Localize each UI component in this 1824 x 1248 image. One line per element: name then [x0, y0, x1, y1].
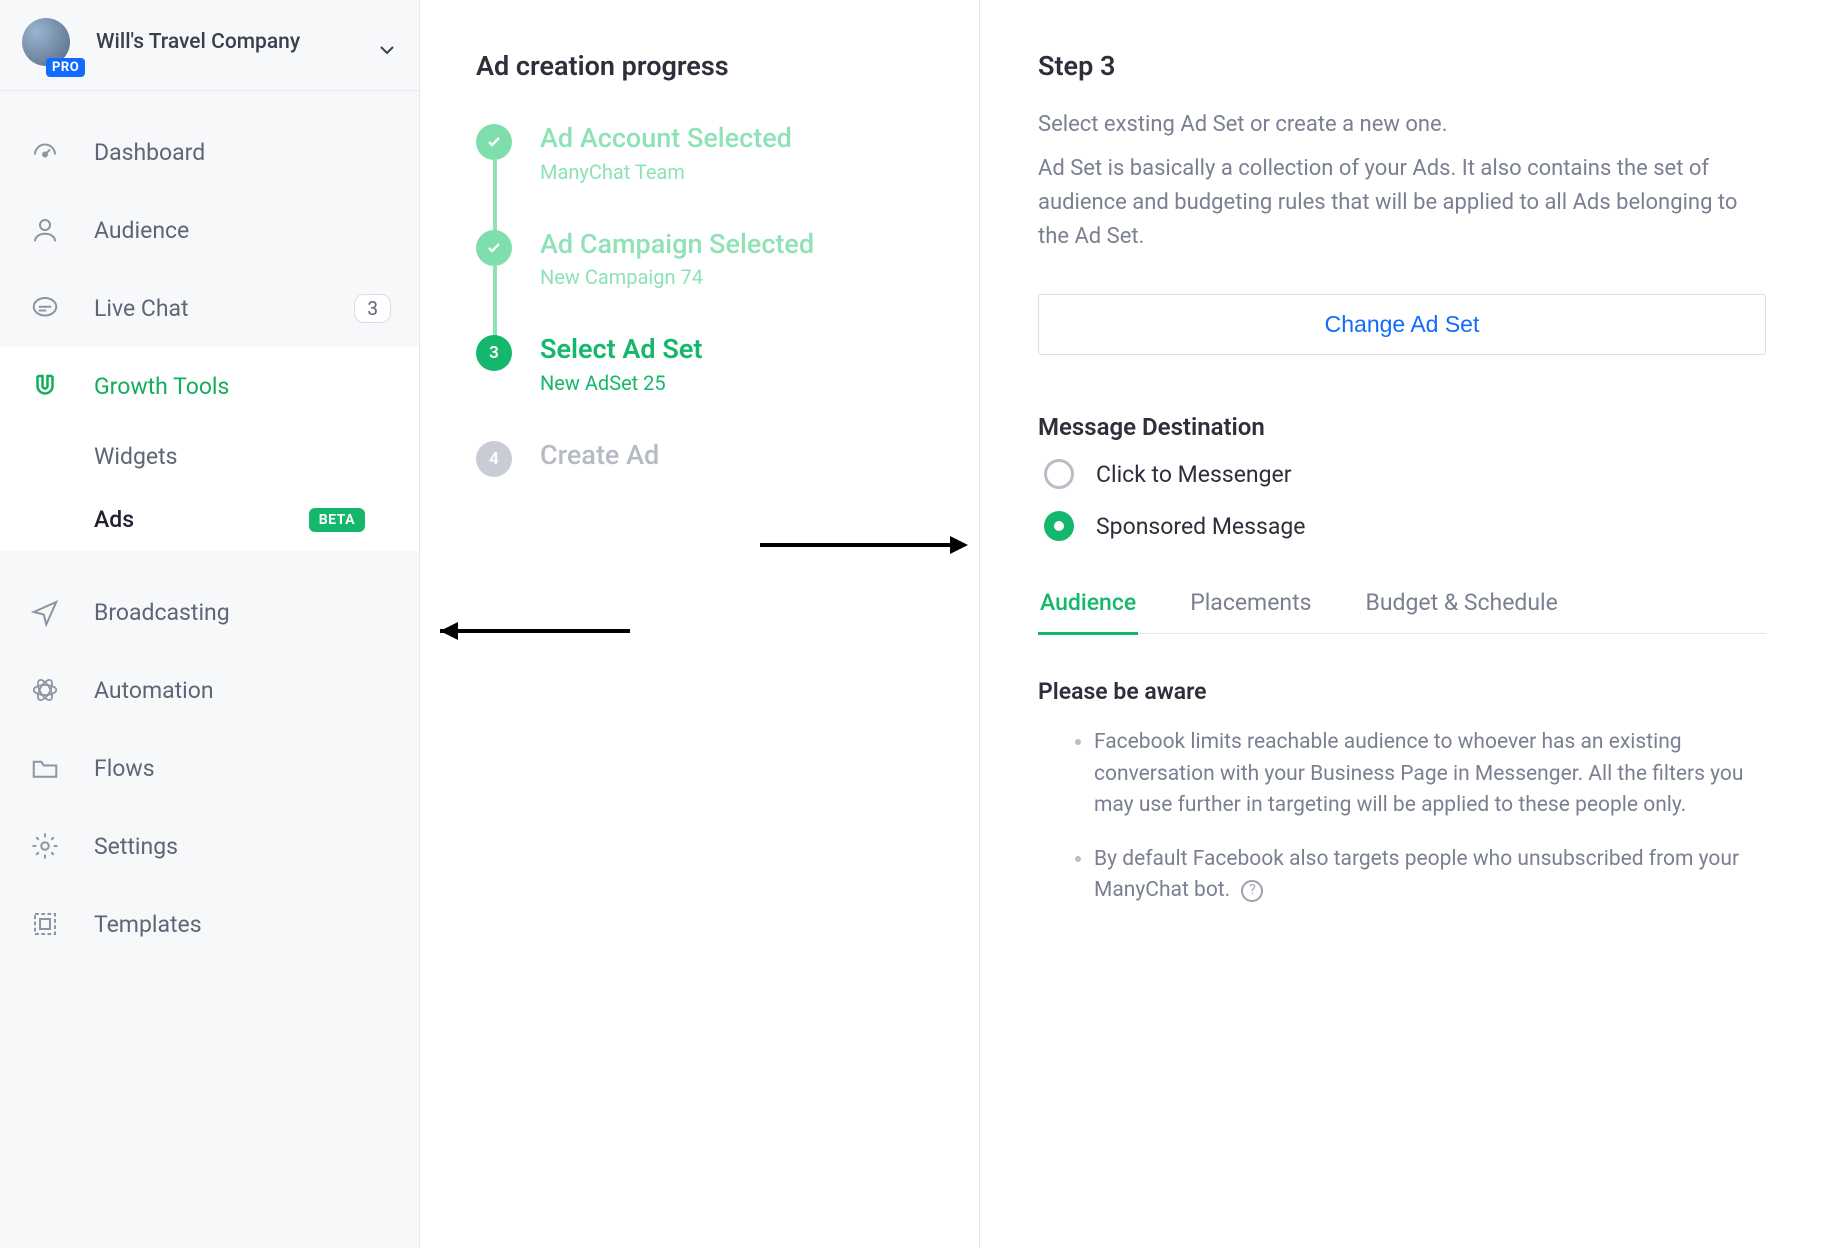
nav-label: Dashboard: [94, 139, 205, 166]
sidebar: PRO Will's Travel Company Dashboard Audi…: [0, 0, 420, 1248]
atom-icon: [28, 673, 62, 707]
chat-icon: [28, 291, 62, 325]
sidebar-item-livechat[interactable]: Live Chat 3: [0, 269, 419, 347]
sidebar-subitem-widgets[interactable]: Widgets: [0, 425, 419, 488]
detail-step-label: Step 3: [1038, 50, 1766, 82]
subnav-label: Widgets: [94, 443, 177, 470]
pro-badge: PRO: [46, 58, 85, 77]
step-title: Ad Campaign Selected: [540, 230, 814, 260]
aware-item: By default Facebook also targets people …: [1094, 844, 1766, 907]
tab-placements[interactable]: Placements: [1188, 589, 1313, 633]
progress-step-2[interactable]: Ad Campaign Selected New Campaign 74: [476, 230, 943, 336]
step-number-icon: 3: [476, 335, 512, 371]
annotation-arrow-right: [750, 530, 980, 560]
step-connector: [493, 160, 497, 232]
send-icon: [28, 595, 62, 629]
sidebar-item-flows[interactable]: Flows: [0, 729, 419, 807]
step-connector: [493, 266, 497, 338]
beta-badge: BETA: [309, 508, 365, 532]
nav-label: Settings: [94, 833, 178, 860]
sidebar-subitem-ads[interactable]: Ads BETA: [0, 488, 419, 551]
step-number-icon: 4: [476, 441, 512, 477]
folder-icon: [28, 751, 62, 785]
nav-divider: [0, 551, 419, 573]
subnav-label: Ads: [94, 506, 134, 533]
livechat-count: 3: [354, 294, 391, 323]
adset-tabs: Audience Placements Budget & Schedule: [1038, 589, 1766, 634]
tab-audience[interactable]: Audience: [1038, 589, 1138, 635]
nav-label: Templates: [94, 911, 202, 938]
radio-click-to-messenger[interactable]: Click to Messenger: [1044, 459, 1766, 489]
company-name: Will's Travel Company: [96, 29, 300, 55]
growthtools-subnav: Widgets Ads BETA: [0, 425, 419, 551]
radio-icon: [1044, 459, 1074, 489]
nav-label: Growth Tools: [94, 373, 229, 400]
radio-sponsored-message[interactable]: Sponsored Message: [1044, 511, 1766, 541]
aware-heading: Please be aware: [1038, 678, 1766, 705]
check-icon: [476, 124, 512, 160]
step-title: Select Ad Set: [540, 335, 702, 365]
progress-heading: Ad creation progress: [476, 50, 943, 82]
step-sub: New Campaign 74: [540, 265, 814, 289]
nav-label: Audience: [94, 217, 189, 244]
check-icon: [476, 230, 512, 266]
sidebar-item-settings[interactable]: Settings: [0, 807, 419, 885]
nav-label: Flows: [94, 755, 155, 782]
nav-label: Automation: [94, 677, 214, 704]
gauge-icon: [28, 135, 62, 169]
progress-panel: Ad creation progress Ad Account Selected…: [420, 0, 980, 1248]
aware-item: Facebook limits reachable audience to wh…: [1094, 727, 1766, 822]
help-icon[interactable]: ?: [1241, 880, 1263, 902]
aware-item-text: By default Facebook also targets people …: [1094, 847, 1739, 903]
change-adset-button[interactable]: Change Ad Set: [1038, 294, 1766, 355]
sidebar-item-growthtools[interactable]: Growth Tools: [0, 347, 419, 425]
user-icon: [28, 213, 62, 247]
sidebar-item-broadcasting[interactable]: Broadcasting: [0, 573, 419, 651]
chevron-down-icon: [379, 40, 395, 63]
progress-step-3[interactable]: 3 Select Ad Set New AdSet 25: [476, 335, 943, 441]
sidebar-item-automation[interactable]: Automation: [0, 651, 419, 729]
gear-icon: [28, 829, 62, 863]
step-sub: ManyChat Team: [540, 160, 792, 184]
magnet-icon: [28, 369, 62, 403]
sidebar-item-templates[interactable]: Templates: [0, 885, 419, 963]
radio-icon: [1044, 511, 1074, 541]
aware-list: Facebook limits reachable audience to wh…: [1038, 727, 1766, 907]
radio-label: Click to Messenger: [1096, 461, 1292, 488]
step-sub: New AdSet 25: [540, 371, 702, 395]
template-icon: [28, 907, 62, 941]
message-destination-heading: Message Destination: [1038, 413, 1766, 441]
detail-desc-2: Ad Set is basically a collection of your…: [1038, 152, 1766, 254]
main-nav: Dashboard Audience Live Chat 3 Growt: [0, 91, 419, 963]
nav-label: Broadcasting: [94, 599, 230, 626]
tab-budget[interactable]: Budget & Schedule: [1364, 589, 1560, 633]
sidebar-item-audience[interactable]: Audience: [0, 191, 419, 269]
nav-label: Live Chat: [94, 295, 189, 322]
radio-label: Sponsored Message: [1096, 513, 1305, 540]
progress-steps: Ad Account Selected ManyChat Team Ad Cam…: [476, 124, 943, 477]
annotation-arrow-left: [410, 616, 640, 646]
progress-step-4[interactable]: 4 Create Ad: [476, 441, 943, 477]
account-switcher[interactable]: PRO Will's Travel Company: [0, 0, 419, 91]
step-title: Create Ad: [540, 441, 659, 471]
detail-panel: Step 3 Select exsting Ad Set or create a…: [980, 0, 1824, 1248]
progress-step-1[interactable]: Ad Account Selected ManyChat Team: [476, 124, 943, 230]
sidebar-item-dashboard[interactable]: Dashboard: [0, 113, 419, 191]
step-title: Ad Account Selected: [540, 124, 792, 154]
detail-desc-1: Select exsting Ad Set or create a new on…: [1038, 108, 1766, 142]
